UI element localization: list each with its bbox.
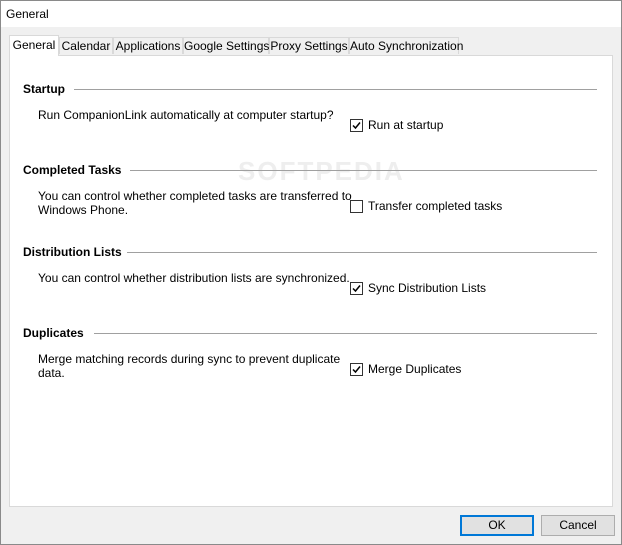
checkbox-box[interactable]: [350, 199, 363, 213]
checkbox-box[interactable]: [350, 281, 363, 295]
watermark: SOFTPEDIA: [238, 156, 405, 186]
checkmark-icon: [352, 365, 361, 373]
transfer-completed-tasks-label: Transfer completed tasks: [368, 199, 503, 213]
tab-proxy-settings[interactable]: Proxy Settings: [269, 37, 349, 54]
run-at-startup-label: Run at startup: [368, 118, 444, 132]
completed-tasks-description-line2: Windows Phone.: [38, 203, 129, 217]
sync-distribution-lists-checkbox[interactable]: Sync Distribution Lists: [350, 281, 486, 295]
merge-duplicates-label: Merge Duplicates: [368, 362, 462, 376]
title-bar: General: [1, 1, 621, 27]
tab-applications[interactable]: Applications: [113, 37, 183, 54]
cancel-button[interactable]: Cancel: [541, 515, 615, 536]
sync-distribution-lists-label: Sync Distribution Lists: [368, 281, 487, 295]
tab-calendar[interactable]: Calendar: [59, 37, 113, 54]
transfer-completed-tasks-checkbox[interactable]: Transfer completed tasks: [350, 199, 502, 213]
tab-google-settings[interactable]: Google Settings: [183, 37, 269, 54]
startup-divider: [74, 89, 597, 90]
duplicates-divider: [94, 333, 597, 334]
duplicates-description-line1: Merge matching records during sync to pr…: [38, 352, 341, 366]
startup-section-title: Startup: [23, 82, 65, 96]
tab-auto-synchronization[interactable]: Auto Synchronization: [349, 37, 463, 54]
checkbox-box[interactable]: [350, 362, 363, 376]
ok-button[interactable]: OK: [460, 515, 534, 536]
distribution-lists-section-title: Distribution Lists: [23, 245, 122, 259]
duplicates-description: Merge matching records during sync to pr…: [38, 352, 340, 380]
distribution-lists-description: You can control whether distribution lis…: [38, 271, 350, 285]
run-at-startup-checkbox[interactable]: Run at startup: [350, 118, 443, 132]
completed-tasks-description-line1: You can control whether completed tasks …: [38, 189, 352, 203]
checkbox-box[interactable]: [350, 118, 363, 132]
distribution-lists-divider: [127, 252, 597, 253]
general-panel: SOFTPEDIA Startup Run CompanionLink auto…: [9, 55, 613, 507]
merge-duplicates-checkbox[interactable]: Merge Duplicates: [350, 362, 461, 376]
checkmark-icon: [352, 284, 361, 292]
completed-tasks-divider: [130, 170, 597, 171]
startup-description: Run CompanionLink automatically at compu…: [38, 108, 334, 122]
duplicates-description-line2: data.: [38, 366, 65, 380]
window-title: General: [6, 7, 49, 21]
completed-tasks-description: You can control whether completed tasks …: [38, 189, 352, 217]
settings-window: General General Calendar Applications Go…: [0, 0, 622, 545]
tab-general[interactable]: General: [9, 35, 59, 56]
checkmark-icon: [352, 121, 361, 129]
completed-tasks-section-title: Completed Tasks: [23, 163, 122, 177]
duplicates-section-title: Duplicates: [23, 326, 84, 340]
